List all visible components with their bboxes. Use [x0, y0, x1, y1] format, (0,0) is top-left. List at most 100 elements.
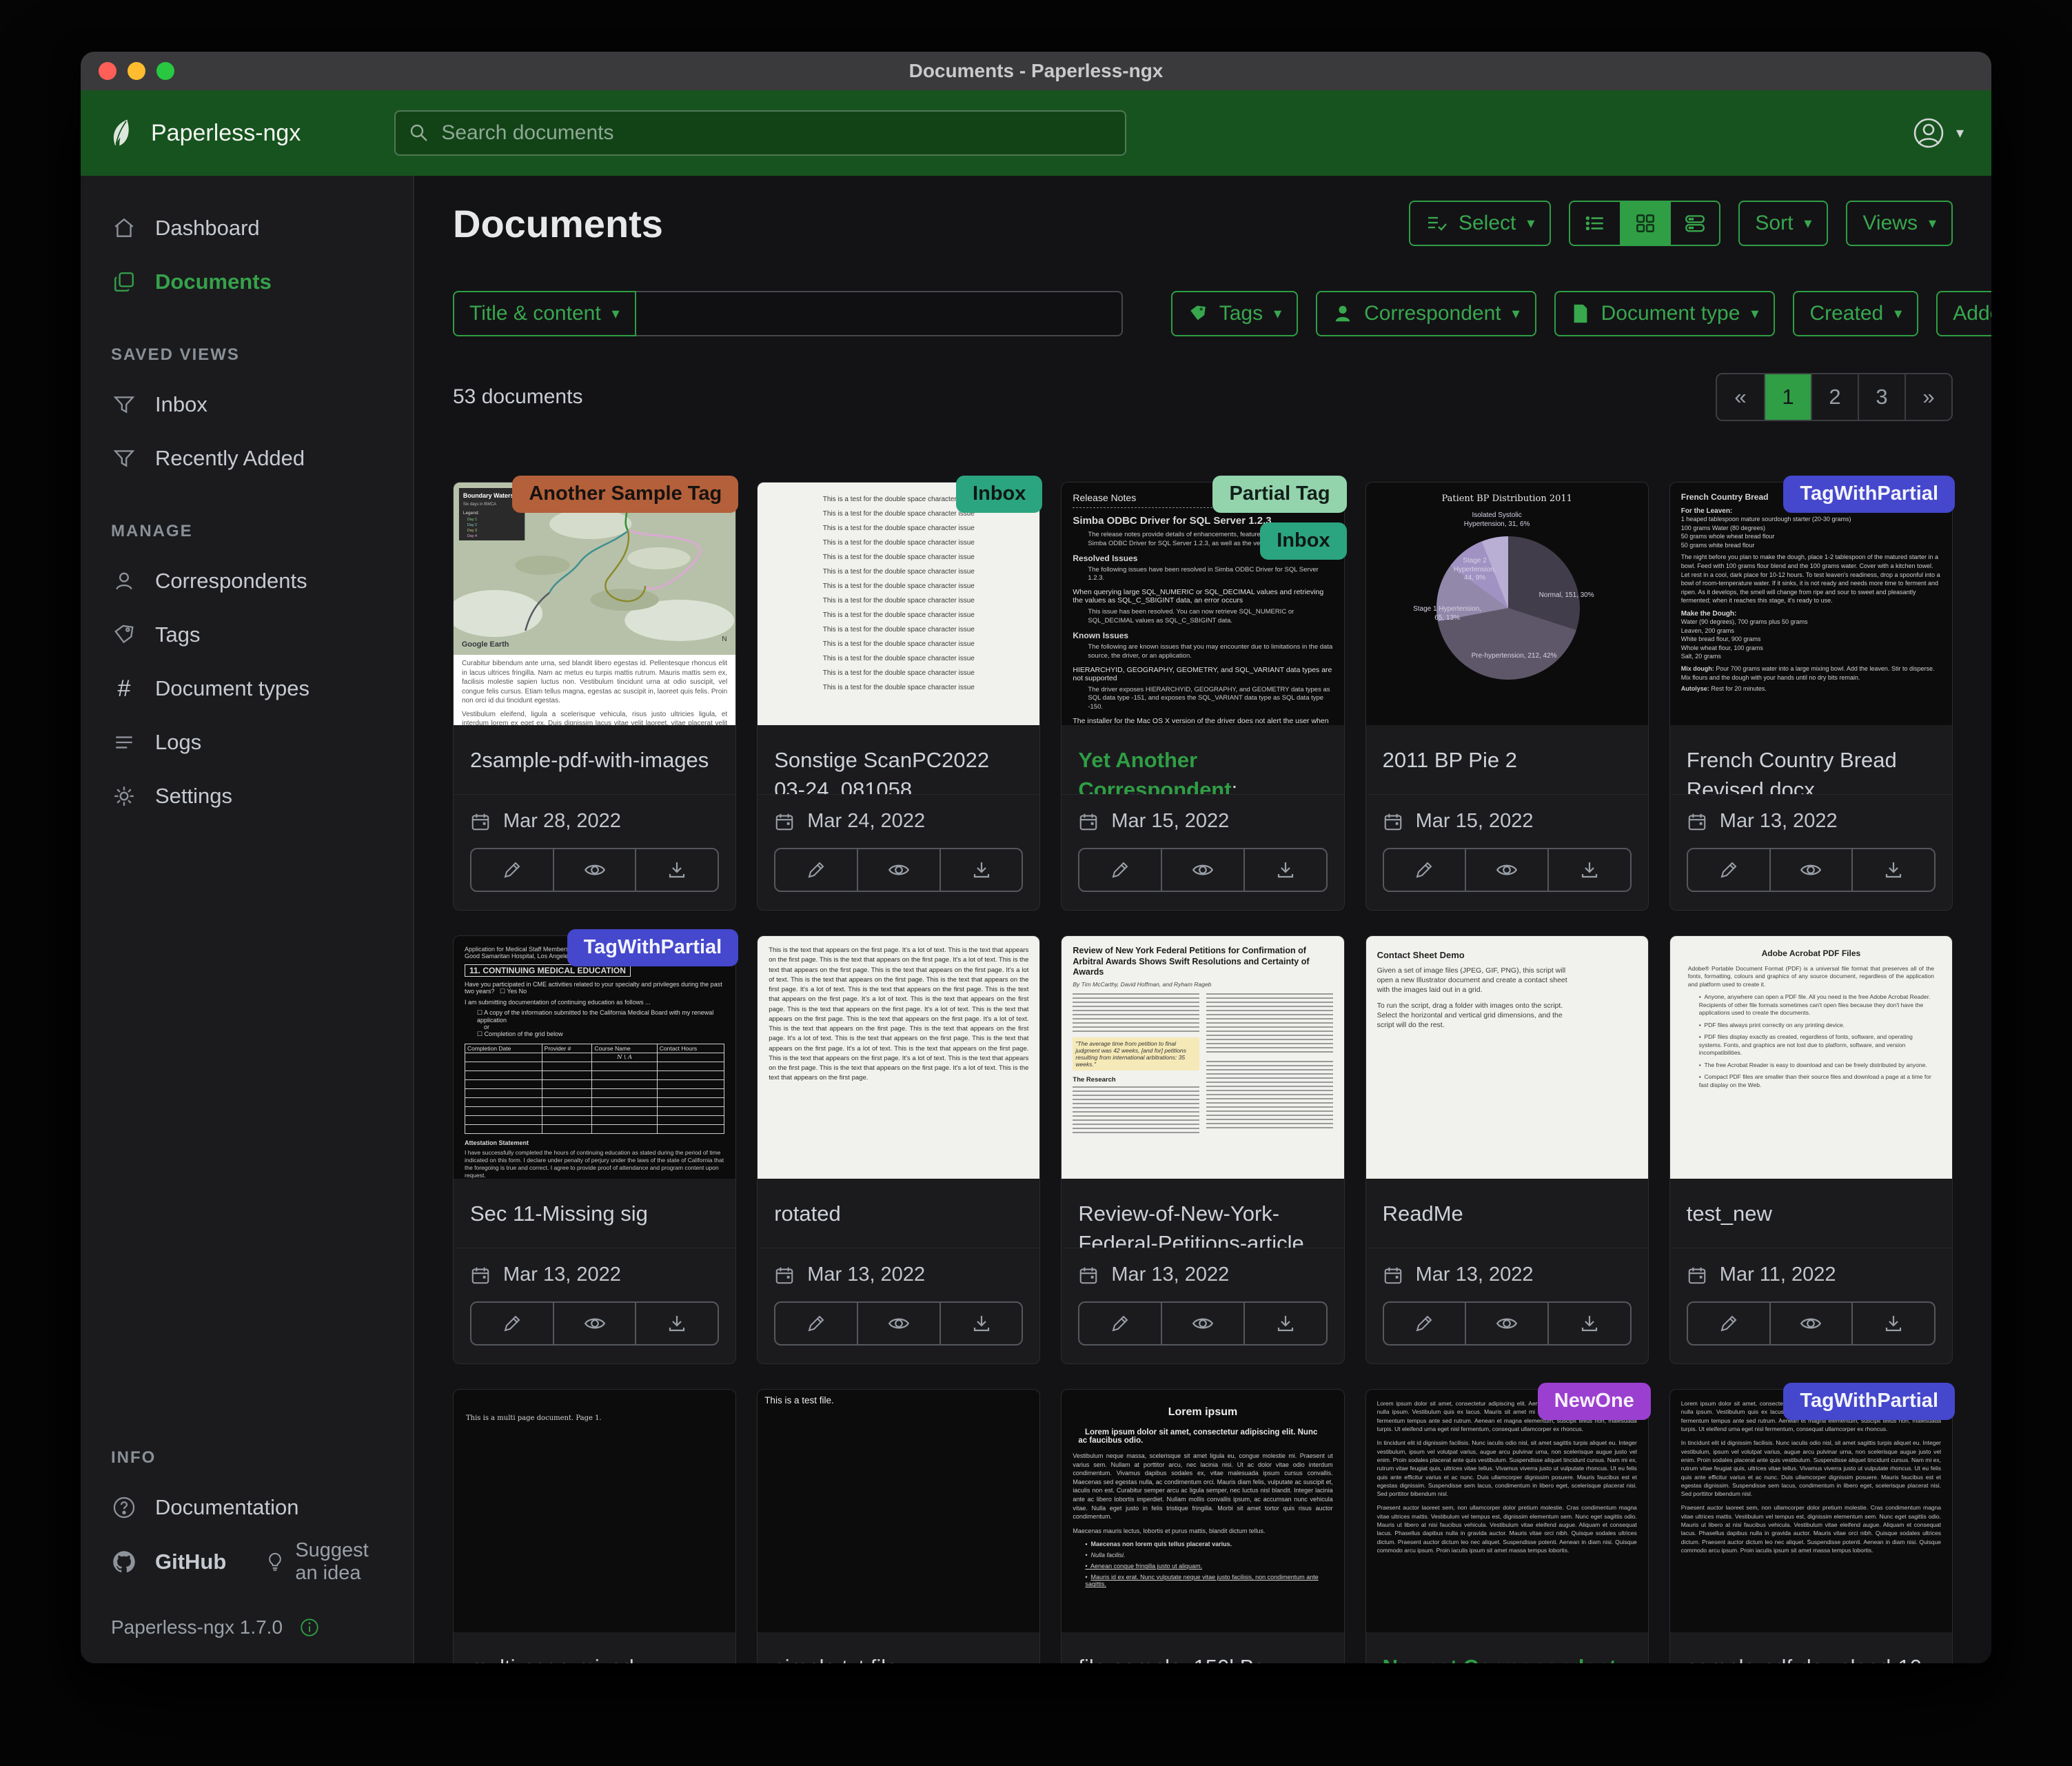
page-button[interactable]: 2 [1811, 374, 1858, 420]
sidebar-item-settings[interactable]: Settings [111, 774, 392, 818]
document-title[interactable]: 2011 BP Pie 2 [1366, 725, 1648, 794]
brand[interactable]: Paperless-ngx [108, 118, 301, 148]
document-thumbnail[interactable]: French Country Bread For the Leaven: 1 h… [1670, 483, 1952, 725]
user-menu[interactable]: ▾ [1912, 116, 1964, 150]
added-filter-button[interactable]: Added ▾ [1936, 291, 1991, 336]
edit-button[interactable] [471, 1303, 553, 1344]
sort-button[interactable]: Sort ▾ [1738, 201, 1828, 246]
tag-chip[interactable]: TagWithPartial [1783, 1383, 1955, 1420]
edit-button[interactable] [1079, 849, 1161, 891]
download-button[interactable] [635, 849, 718, 891]
page-button[interactable]: 3 [1858, 374, 1905, 420]
document-card[interactable]: Release Notes Simba ODBC Driver for SQL … [1061, 482, 1344, 911]
correspondent-filter-button[interactable]: Correspondent ▾ [1316, 291, 1536, 336]
view-cards-button[interactable] [1669, 202, 1719, 245]
tag-chip[interactable]: TagWithPartial [567, 929, 739, 966]
document-card[interactable]: Lorem ipsum dolor sit amet, consectetur … [1365, 1389, 1649, 1663]
view-button[interactable] [553, 1303, 636, 1344]
document-title[interactable]: Newest Correspondent:f_combineds [1366, 1632, 1648, 1663]
document-thumbnail[interactable]: Contact Sheet Demo Given a set of image … [1366, 936, 1648, 1179]
document-type-filter-button[interactable]: Document type ▾ [1554, 291, 1776, 336]
view-button[interactable] [1465, 849, 1547, 891]
edit-button[interactable] [471, 849, 553, 891]
view-button[interactable] [1161, 1303, 1243, 1344]
document-correspondent[interactable]: Yet Another Correspondent [1078, 748, 1231, 794]
document-card[interactable]: Boundary Waters Trip Six days in BWCA Le… [453, 482, 736, 911]
document-card[interactable]: This is a multi page document. Page 1.mu… [453, 1389, 736, 1663]
edit-button[interactable] [1688, 1303, 1769, 1344]
sidebar-item-documents[interactable]: Documents [111, 260, 392, 304]
view-button[interactable] [857, 1303, 939, 1344]
document-card[interactable]: Review of New York Federal Petitions for… [1061, 935, 1344, 1364]
created-filter-button[interactable]: Created ▾ [1793, 291, 1918, 336]
search-input[interactable] [441, 121, 1113, 145]
download-button[interactable] [1243, 849, 1326, 891]
document-card[interactable]: Adobe Acrobat PDF Files Adobe® Portable … [1669, 935, 1953, 1364]
edit-button[interactable] [1079, 1303, 1161, 1344]
tag-chip[interactable]: Another Sample Tag [512, 476, 738, 513]
download-button[interactable] [1851, 1303, 1934, 1344]
document-title[interactable]: Sonstige ScanPC2022 03-24_081058 [758, 725, 1039, 794]
view-button[interactable] [1465, 1303, 1547, 1344]
sidebar-item-github[interactable]: GitHub [111, 1540, 226, 1584]
document-card[interactable]: Contact Sheet Demo Given a set of image … [1365, 935, 1649, 1364]
sidebar-item-correspondents[interactable]: Correspondents [111, 559, 392, 603]
download-button[interactable] [1547, 849, 1630, 891]
edit-button[interactable] [775, 1303, 857, 1344]
close-window-button[interactable] [99, 62, 116, 80]
sidebar-item-inbox[interactable]: Inbox [111, 383, 392, 427]
document-title[interactable]: Sec 11-Missing sig [454, 1179, 735, 1248]
edit-button[interactable] [1384, 1303, 1465, 1344]
download-button[interactable] [1851, 849, 1934, 891]
edit-button[interactable] [1384, 849, 1465, 891]
view-button[interactable] [553, 849, 636, 891]
document-thumbnail[interactable]: This is the text that appears on the fir… [758, 936, 1039, 1179]
tags-filter-button[interactable]: Tags ▾ [1171, 291, 1298, 336]
document-thumbnail[interactable]: Lorem ipsum dolor sit amet, consectetur … [1670, 1390, 1952, 1632]
document-card[interactable]: Application for Medical Staff MembersGoo… [453, 935, 736, 1364]
views-button[interactable]: Views ▾ [1846, 201, 1953, 246]
view-list-button[interactable] [1570, 202, 1620, 245]
document-thumbnail[interactable]: This is a multi page document. Page 1. [454, 1390, 735, 1632]
document-card[interactable]: Lorem ipsum Lorem ipsum dolor sit amet, … [1061, 1389, 1344, 1663]
download-button[interactable] [1547, 1303, 1630, 1344]
info-circle-icon[interactable] [299, 1617, 320, 1638]
document-title[interactable]: file-sample_150kBs [1062, 1632, 1343, 1663]
zoom-window-button[interactable] [156, 62, 174, 80]
sidebar-item-tags[interactable]: Tags [111, 613, 392, 657]
view-button[interactable] [1769, 1303, 1852, 1344]
view-button[interactable] [857, 849, 939, 891]
document-card[interactable]: This is the text that appears on the fir… [757, 935, 1040, 1364]
document-thumbnail[interactable]: Adobe Acrobat PDF Files Adobe® Portable … [1670, 936, 1952, 1179]
tag-chip[interactable]: Partial Tag [1212, 476, 1346, 513]
edit-button[interactable] [1688, 849, 1769, 891]
document-card[interactable]: This is a test file.simple txt file [757, 1389, 1040, 1663]
document-title[interactable]: sample-pdf-download-10-mb-longer-title [1670, 1632, 1952, 1663]
document-card[interactable]: French Country Bread For the Leaven: 1 h… [1669, 482, 1953, 911]
download-button[interactable] [939, 849, 1022, 891]
document-title[interactable]: Yet Another Correspondent:Testing Email [1062, 725, 1343, 794]
page-next-button[interactable]: » [1905, 374, 1951, 420]
download-button[interactable] [939, 1303, 1022, 1344]
page-prev-button[interactable]: « [1717, 374, 1764, 420]
view-button[interactable] [1161, 849, 1243, 891]
suggest-idea-link[interactable]: Suggest an idea [265, 1539, 392, 1585]
view-grid-button[interactable] [1620, 202, 1669, 245]
title-content-filter-button[interactable]: Title & content ▾ [453, 291, 636, 336]
tag-chip[interactable]: NewOne [1538, 1383, 1651, 1420]
tag-chip[interactable]: Inbox [956, 476, 1042, 513]
document-title[interactable]: French Country Bread Revised.docx [1670, 725, 1952, 794]
filter-query-input[interactable] [636, 291, 1123, 336]
document-title[interactable]: test_new [1670, 1179, 1952, 1248]
document-thumbnail[interactable]: Application for Medical Staff MembersGoo… [454, 936, 735, 1179]
sidebar-item-document-types[interactable]: # Document types [111, 667, 392, 711]
document-card[interactable]: Patient BP Distribution 2011 Isolated Sy… [1365, 482, 1649, 911]
document-thumbnail[interactable]: Lorem ipsum dolor sit amet, consectetur … [1366, 1390, 1648, 1632]
document-title[interactable]: multi-page-mixedxx [454, 1632, 735, 1663]
sidebar-item-documentation[interactable]: Documentation [111, 1485, 392, 1530]
edit-button[interactable] [775, 849, 857, 891]
search-box[interactable] [394, 110, 1126, 156]
document-thumbnail[interactable]: Review of New York Federal Petitions for… [1062, 936, 1343, 1179]
document-title[interactable]: 2sample-pdf-with-images [454, 725, 735, 794]
download-button[interactable] [635, 1303, 718, 1344]
